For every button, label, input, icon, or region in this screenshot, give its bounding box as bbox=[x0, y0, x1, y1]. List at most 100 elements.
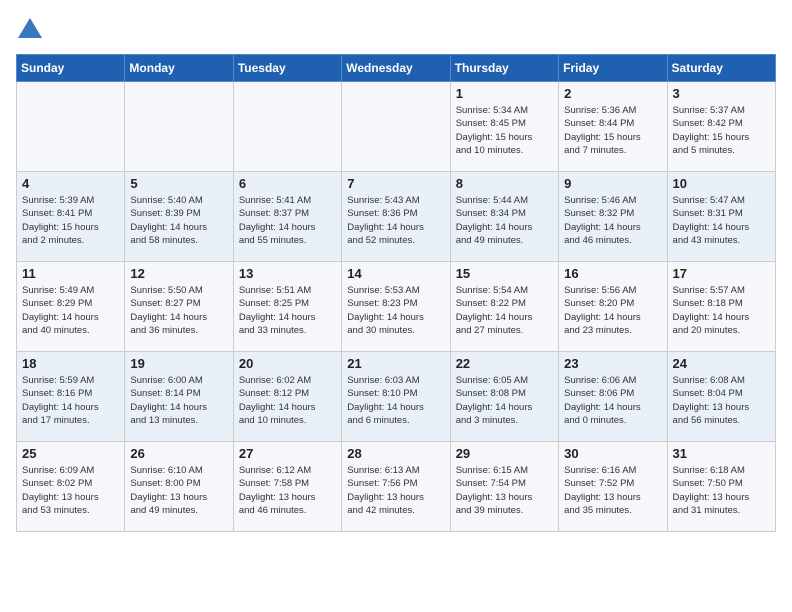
day-number: 10 bbox=[673, 176, 770, 191]
day-info: Sunrise: 5:34 AM Sunset: 8:45 PM Dayligh… bbox=[456, 104, 553, 157]
calendar-cell: 18Sunrise: 5:59 AM Sunset: 8:16 PM Dayli… bbox=[17, 352, 125, 442]
day-of-week-header: Friday bbox=[559, 55, 667, 82]
day-info: Sunrise: 5:43 AM Sunset: 8:36 PM Dayligh… bbox=[347, 194, 444, 247]
day-info: Sunrise: 5:44 AM Sunset: 8:34 PM Dayligh… bbox=[456, 194, 553, 247]
day-number: 23 bbox=[564, 356, 661, 371]
calendar-cell: 20Sunrise: 6:02 AM Sunset: 8:12 PM Dayli… bbox=[233, 352, 341, 442]
day-info: Sunrise: 6:15 AM Sunset: 7:54 PM Dayligh… bbox=[456, 464, 553, 517]
day-info: Sunrise: 5:53 AM Sunset: 8:23 PM Dayligh… bbox=[347, 284, 444, 337]
day-number: 16 bbox=[564, 266, 661, 281]
day-info: Sunrise: 6:08 AM Sunset: 8:04 PM Dayligh… bbox=[673, 374, 770, 427]
day-info: Sunrise: 5:41 AM Sunset: 8:37 PM Dayligh… bbox=[239, 194, 336, 247]
day-number: 15 bbox=[456, 266, 553, 281]
calendar-cell bbox=[17, 82, 125, 172]
day-number: 11 bbox=[22, 266, 119, 281]
day-number: 2 bbox=[564, 86, 661, 101]
day-number: 7 bbox=[347, 176, 444, 191]
calendar-cell: 29 Sunrise: 6:15 AM Sunset: 7:54 PM Dayli… bbox=[450, 442, 558, 532]
day-of-week-header: Sunday bbox=[17, 55, 125, 82]
day-info: Sunrise: 6:02 AM Sunset: 8:12 PM Dayligh… bbox=[239, 374, 336, 427]
calendar-cell: 23 Sunrise: 6:06 AM Sunset: 8:06 PM Dayli… bbox=[559, 352, 667, 442]
day-number: 6 bbox=[239, 176, 336, 191]
page-header bbox=[16, 16, 776, 44]
day-number: 19 bbox=[130, 356, 227, 371]
day-info: Sunrise: 5:49 AM Sunset: 8:29 PM Dayligh… bbox=[22, 284, 119, 337]
day-number: 13 bbox=[239, 266, 336, 281]
day-number: 30 bbox=[564, 446, 661, 461]
day-info: Sunrise: 5:54 AM Sunset: 8:22 PM Dayligh… bbox=[456, 284, 553, 337]
day-of-week-header: Wednesday bbox=[342, 55, 450, 82]
calendar-cell: 26 Sunrise: 6:10 AM Sunset: 8:00 PM Dayli… bbox=[125, 442, 233, 532]
calendar-cell: 21 Sunrise: 6:03 AM Sunset: 8:10 PM Dayli… bbox=[342, 352, 450, 442]
calendar-week-row: 4Sunrise: 5:39 AM Sunset: 8:41 PM Daylig… bbox=[17, 172, 776, 262]
calendar-cell: 30 Sunrise: 6:16 AM Sunset: 7:52 PM Dayli… bbox=[559, 442, 667, 532]
day-number: 28 bbox=[347, 446, 444, 461]
day-info: Sunrise: 5:47 AM Sunset: 8:31 PM Dayligh… bbox=[673, 194, 770, 247]
day-info: Sunrise: 6:10 AM Sunset: 8:00 PM Dayligh… bbox=[130, 464, 227, 517]
calendar-cell: 15 Sunrise: 5:54 AM Sunset: 8:22 PM Dayli… bbox=[450, 262, 558, 352]
day-number: 31 bbox=[673, 446, 770, 461]
calendar-cell: 12Sunrise: 5:50 AM Sunset: 8:27 PM Dayli… bbox=[125, 262, 233, 352]
day-of-week-header: Monday bbox=[125, 55, 233, 82]
calendar-header-row: SundayMondayTuesdayWednesdayThursdayFrid… bbox=[17, 55, 776, 82]
day-number: 8 bbox=[456, 176, 553, 191]
day-info: Sunrise: 6:09 AM Sunset: 8:02 PM Dayligh… bbox=[22, 464, 119, 517]
calendar-cell: 22Sunrise: 6:05 AM Sunset: 8:08 PM Dayli… bbox=[450, 352, 558, 442]
day-number: 22 bbox=[456, 356, 553, 371]
day-info: Sunrise: 6:06 AM Sunset: 8:06 PM Dayligh… bbox=[564, 374, 661, 427]
day-info: Sunrise: 5:56 AM Sunset: 8:20 PM Dayligh… bbox=[564, 284, 661, 337]
calendar-week-row: 1 Sunrise: 5:34 AM Sunset: 8:45 PM Daylig… bbox=[17, 82, 776, 172]
day-info: Sunrise: 5:50 AM Sunset: 8:27 PM Dayligh… bbox=[130, 284, 227, 337]
calendar-cell: 17Sunrise: 5:57 AM Sunset: 8:18 PM Dayli… bbox=[667, 262, 775, 352]
calendar-cell: 10 Sunrise: 5:47 AM Sunset: 8:31 PM Dayli… bbox=[667, 172, 775, 262]
day-number: 1 bbox=[456, 86, 553, 101]
day-number: 26 bbox=[130, 446, 227, 461]
calendar-cell: 11 Sunrise: 5:49 AM Sunset: 8:29 PM Dayli… bbox=[17, 262, 125, 352]
calendar-cell: 7 Sunrise: 5:43 AM Sunset: 8:36 PM Daylig… bbox=[342, 172, 450, 262]
calendar-cell: 14 Sunrise: 5:53 AM Sunset: 8:23 PM Dayli… bbox=[342, 262, 450, 352]
calendar-cell: 6 Sunrise: 5:41 AM Sunset: 8:37 PM Daylig… bbox=[233, 172, 341, 262]
day-number: 18 bbox=[22, 356, 119, 371]
day-info: Sunrise: 6:12 AM Sunset: 7:58 PM Dayligh… bbox=[239, 464, 336, 517]
day-number: 3 bbox=[673, 86, 770, 101]
day-of-week-header: Thursday bbox=[450, 55, 558, 82]
calendar-cell: 24 Sunrise: 6:08 AM Sunset: 8:04 PM Dayli… bbox=[667, 352, 775, 442]
day-info: Sunrise: 5:57 AM Sunset: 8:18 PM Dayligh… bbox=[673, 284, 770, 337]
calendar-cell bbox=[342, 82, 450, 172]
calendar-cell bbox=[233, 82, 341, 172]
day-number: 29 bbox=[456, 446, 553, 461]
calendar-cell bbox=[125, 82, 233, 172]
calendar-cell: 31 Sunrise: 6:18 AM Sunset: 7:50 PM Dayli… bbox=[667, 442, 775, 532]
calendar-week-row: 11 Sunrise: 5:49 AM Sunset: 8:29 PM Dayli… bbox=[17, 262, 776, 352]
calendar-week-row: 18Sunrise: 5:59 AM Sunset: 8:16 PM Dayli… bbox=[17, 352, 776, 442]
logo bbox=[16, 16, 48, 44]
day-info: Sunrise: 5:36 AM Sunset: 8:44 PM Dayligh… bbox=[564, 104, 661, 157]
day-number: 24 bbox=[673, 356, 770, 371]
day-info: Sunrise: 5:46 AM Sunset: 8:32 PM Dayligh… bbox=[564, 194, 661, 247]
calendar-cell: 27 Sunrise: 6:12 AM Sunset: 7:58 PM Dayli… bbox=[233, 442, 341, 532]
calendar-cell: 25 Sunrise: 6:09 AM Sunset: 8:02 PM Dayli… bbox=[17, 442, 125, 532]
day-info: Sunrise: 5:40 AM Sunset: 8:39 PM Dayligh… bbox=[130, 194, 227, 247]
day-number: 25 bbox=[22, 446, 119, 461]
day-info: Sunrise: 6:03 AM Sunset: 8:10 PM Dayligh… bbox=[347, 374, 444, 427]
day-info: Sunrise: 6:18 AM Sunset: 7:50 PM Dayligh… bbox=[673, 464, 770, 517]
day-info: Sunrise: 6:16 AM Sunset: 7:52 PM Dayligh… bbox=[564, 464, 661, 517]
day-info: Sunrise: 6:13 AM Sunset: 7:56 PM Dayligh… bbox=[347, 464, 444, 517]
day-number: 14 bbox=[347, 266, 444, 281]
day-info: Sunrise: 5:39 AM Sunset: 8:41 PM Dayligh… bbox=[22, 194, 119, 247]
day-number: 27 bbox=[239, 446, 336, 461]
calendar-cell: 5 Sunrise: 5:40 AM Sunset: 8:39 PM Daylig… bbox=[125, 172, 233, 262]
calendar-cell: 16 Sunrise: 5:56 AM Sunset: 8:20 PM Dayli… bbox=[559, 262, 667, 352]
calendar-week-row: 25 Sunrise: 6:09 AM Sunset: 8:02 PM Dayli… bbox=[17, 442, 776, 532]
day-of-week-header: Saturday bbox=[667, 55, 775, 82]
day-number: 5 bbox=[130, 176, 227, 191]
day-of-week-header: Tuesday bbox=[233, 55, 341, 82]
calendar-cell: 3 Sunrise: 5:37 AM Sunset: 8:42 PM Daylig… bbox=[667, 82, 775, 172]
calendar-cell: 9Sunrise: 5:46 AM Sunset: 8:32 PM Daylig… bbox=[559, 172, 667, 262]
calendar-cell: 1 Sunrise: 5:34 AM Sunset: 8:45 PM Daylig… bbox=[450, 82, 558, 172]
calendar-table: SundayMondayTuesdayWednesdayThursdayFrid… bbox=[16, 54, 776, 532]
day-info: Sunrise: 5:37 AM Sunset: 8:42 PM Dayligh… bbox=[673, 104, 770, 157]
logo-icon bbox=[16, 16, 44, 44]
day-number: 21 bbox=[347, 356, 444, 371]
calendar-cell: 13Sunrise: 5:51 AM Sunset: 8:25 PM Dayli… bbox=[233, 262, 341, 352]
